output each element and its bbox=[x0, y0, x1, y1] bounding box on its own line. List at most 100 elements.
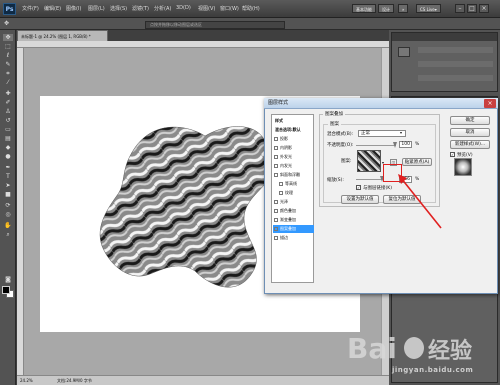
healing-tool-icon[interactable]: ✚ bbox=[3, 90, 13, 97]
style-checkbox[interactable] bbox=[279, 191, 283, 195]
panel-icon[interactable] bbox=[398, 47, 410, 57]
shape-tool-icon[interactable]: ■ bbox=[3, 191, 13, 198]
style-list-label: 样式 bbox=[275, 118, 283, 123]
style-list-item[interactable]: 渐变叠加 bbox=[273, 216, 314, 224]
style-checkbox[interactable] bbox=[279, 182, 283, 186]
document-tab[interactable]: 未标题-1 @ 24.2% (图层 1, RGB/8) * bbox=[17, 30, 108, 41]
blend-mode-select[interactable]: 正常 bbox=[358, 130, 406, 137]
style-checkbox[interactable] bbox=[274, 227, 278, 231]
menu-item[interactable]: 视图(V) bbox=[198, 5, 215, 12]
stamp-tool-icon[interactable]: ♙ bbox=[3, 108, 13, 115]
style-list-item[interactable]: 外发光 bbox=[273, 153, 314, 161]
quick-select-tool-icon[interactable]: ✎ bbox=[3, 61, 13, 68]
eyedropper-tool-icon[interactable]: ⁄ bbox=[3, 79, 13, 86]
new-style-button[interactable]: 新建样式(W)... bbox=[450, 140, 490, 149]
menu-item[interactable]: 选择(S) bbox=[110, 5, 127, 12]
style-list-item[interactable]: 光泽 bbox=[273, 198, 314, 206]
history-brush-tool-icon[interactable]: ↺ bbox=[3, 117, 13, 124]
menu-item[interactable]: 帮助(H) bbox=[242, 5, 260, 12]
style-checkbox[interactable] bbox=[274, 200, 278, 204]
gradient-tool-icon[interactable]: ▤ bbox=[3, 135, 13, 142]
workspace-design-button[interactable]: 设计 bbox=[378, 4, 394, 13]
scale-slider[interactable] bbox=[356, 179, 384, 180]
link-with-layer-checkbox[interactable]: ✓ bbox=[356, 185, 361, 190]
close-window-button[interactable]: × bbox=[479, 4, 489, 13]
panel-row bbox=[418, 75, 493, 81]
style-checkbox[interactable] bbox=[274, 218, 278, 222]
cancel-button[interactable]: 取消 bbox=[450, 128, 490, 137]
marquee-tool-icon[interactable]: ⬚ bbox=[3, 43, 13, 50]
style-checkbox[interactable] bbox=[274, 236, 278, 240]
make-default-button[interactable]: 设置为默认值 bbox=[341, 195, 379, 204]
lasso-tool-icon[interactable]: ℓ bbox=[3, 52, 13, 59]
menu-item[interactable]: 滤镜(T) bbox=[132, 5, 149, 12]
opacity-input[interactable]: 100 bbox=[399, 141, 412, 148]
dodge-tool-icon[interactable]: ● bbox=[3, 153, 13, 160]
workspace-more-button[interactable]: » bbox=[398, 4, 409, 13]
options-hint: 点按并拖移以移动图层或选区 bbox=[145, 21, 285, 29]
pattern-picker-swatch[interactable] bbox=[357, 150, 381, 172]
style-checkbox[interactable] bbox=[274, 173, 278, 177]
style-list-item[interactable]: 颜色叠加 bbox=[273, 207, 314, 215]
style-list-item[interactable]: 纹理 bbox=[273, 189, 314, 197]
style-checkbox[interactable] bbox=[274, 209, 278, 213]
style-list-item[interactable]: 描边 bbox=[273, 234, 314, 242]
style-list-item[interactable]: 投影 bbox=[273, 135, 314, 143]
style-list-item[interactable]: 斜面和浮雕 bbox=[273, 171, 314, 179]
snap-to-origin-button[interactable]: 贴紧原点(A) bbox=[402, 158, 432, 166]
hand-tool-icon[interactable]: ✋ bbox=[3, 222, 13, 229]
blur-tool-icon[interactable]: ◆ bbox=[3, 144, 13, 151]
menu-item[interactable]: 文件(F) bbox=[22, 5, 39, 12]
adjustments-panel bbox=[391, 32, 498, 92]
style-list-label: 描边 bbox=[280, 235, 288, 240]
workspace-basic-button[interactable]: 基本功能 bbox=[352, 4, 376, 13]
cs-live-button[interactable]: CS Live▾ bbox=[416, 4, 441, 13]
minimize-button[interactable]: – bbox=[455, 4, 465, 13]
crop-tool-icon[interactable]: ⌗ bbox=[3, 70, 13, 77]
zoom-readout[interactable]: 24.2% bbox=[20, 376, 33, 385]
chevron-down-icon[interactable]: ▾ bbox=[400, 130, 402, 135]
move-tool-icon[interactable]: ✥ bbox=[4, 20, 14, 28]
style-list-item[interactable]: 图案叠加 bbox=[273, 225, 314, 233]
preview-checkbox[interactable]: ✓ bbox=[450, 152, 455, 157]
style-list-label: 颜色叠加 bbox=[280, 208, 296, 213]
pattern-subgroup-title: 图案 bbox=[328, 121, 341, 127]
menu-item[interactable]: 3D(D) bbox=[176, 5, 191, 11]
style-list-label: 斜面和浮雕 bbox=[280, 172, 300, 177]
type-tool-icon[interactable]: T bbox=[3, 173, 13, 180]
style-checkbox[interactable] bbox=[274, 155, 278, 159]
menu-item[interactable]: 编辑(E) bbox=[44, 5, 61, 12]
path-select-tool-icon[interactable]: ➤ bbox=[3, 182, 13, 189]
style-list-item[interactable]: 样式 bbox=[273, 117, 314, 125]
menu-item[interactable]: 图层(L) bbox=[88, 5, 105, 12]
style-list-item[interactable]: 混合选项:默认 bbox=[273, 126, 314, 134]
menu-item[interactable]: 分析(A) bbox=[154, 5, 171, 12]
eraser-tool-icon[interactable]: ▭ bbox=[3, 126, 13, 133]
menu-item[interactable]: 窗口(W) bbox=[220, 5, 239, 12]
quick-mask-icon[interactable]: ◙ bbox=[3, 276, 13, 283]
move-tool-icon[interactable]: ✥ bbox=[3, 34, 13, 41]
style-list-item[interactable]: 等高线 bbox=[273, 180, 314, 188]
svg-text:Bai: Bai bbox=[347, 332, 397, 365]
brush-tool-icon[interactable]: ✐ bbox=[3, 99, 13, 106]
foreground-color-swatch[interactable] bbox=[2, 286, 10, 294]
3d-rotate-tool-icon[interactable]: ⟳ bbox=[3, 202, 13, 209]
style-list-item[interactable]: 内发光 bbox=[273, 162, 314, 170]
style-list-item[interactable]: 内阴影 bbox=[273, 144, 314, 152]
menu-item[interactable]: 图像(I) bbox=[66, 5, 81, 12]
panel-header bbox=[392, 33, 497, 41]
style-list-label: 投影 bbox=[280, 136, 288, 141]
dialog-title: 图层样式 bbox=[264, 98, 498, 109]
pen-tool-icon[interactable]: ✒ bbox=[3, 164, 13, 171]
3d-orbit-tool-icon[interactable]: ◎ bbox=[3, 211, 13, 218]
toolbox: ✥ ⬚ ℓ ✎ ⌗ ⁄ ✚ ✐ ♙ ↺ ▭ ▤ ◆ ● ✒ T ➤ ■ ⟳ ◎ … bbox=[0, 30, 16, 385]
opacity-slider[interactable] bbox=[356, 145, 396, 146]
style-checkbox[interactable] bbox=[274, 137, 278, 141]
style-checkbox[interactable] bbox=[274, 164, 278, 168]
dialog-close-button[interactable]: × bbox=[484, 99, 496, 108]
zoom-tool-icon[interactable]: ⌕ bbox=[3, 231, 13, 238]
ok-button[interactable]: 确定 bbox=[450, 116, 490, 125]
svg-text:经验: 经验 bbox=[428, 338, 472, 364]
maximize-button[interactable]: □ bbox=[467, 4, 477, 13]
style-checkbox[interactable] bbox=[274, 146, 278, 150]
